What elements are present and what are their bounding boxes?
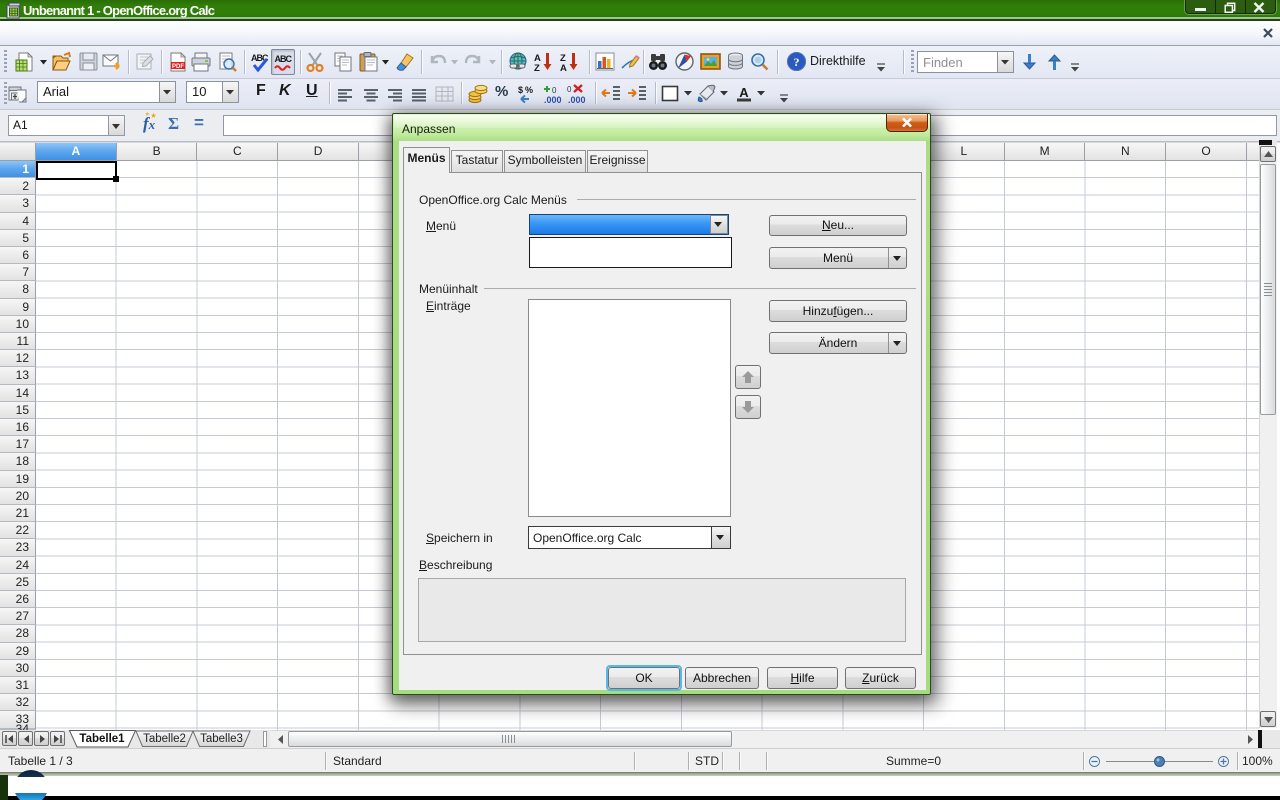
svg-text:PDF: PDF (172, 64, 184, 70)
svg-text:0: 0 (552, 86, 557, 95)
svg-text:ABC: ABC (275, 54, 293, 64)
svg-text:Z: Z (534, 63, 540, 74)
svg-text:?: ? (794, 55, 800, 69)
svg-text:.000: .000 (568, 95, 586, 105)
svg-text:.000: .000 (544, 95, 562, 105)
svg-text:A: A (739, 85, 749, 100)
svg-text:%: % (525, 85, 533, 95)
svg-text:A: A (560, 63, 567, 74)
svg-text:$: $ (518, 85, 523, 95)
svg-text:0: 0 (567, 85, 572, 94)
